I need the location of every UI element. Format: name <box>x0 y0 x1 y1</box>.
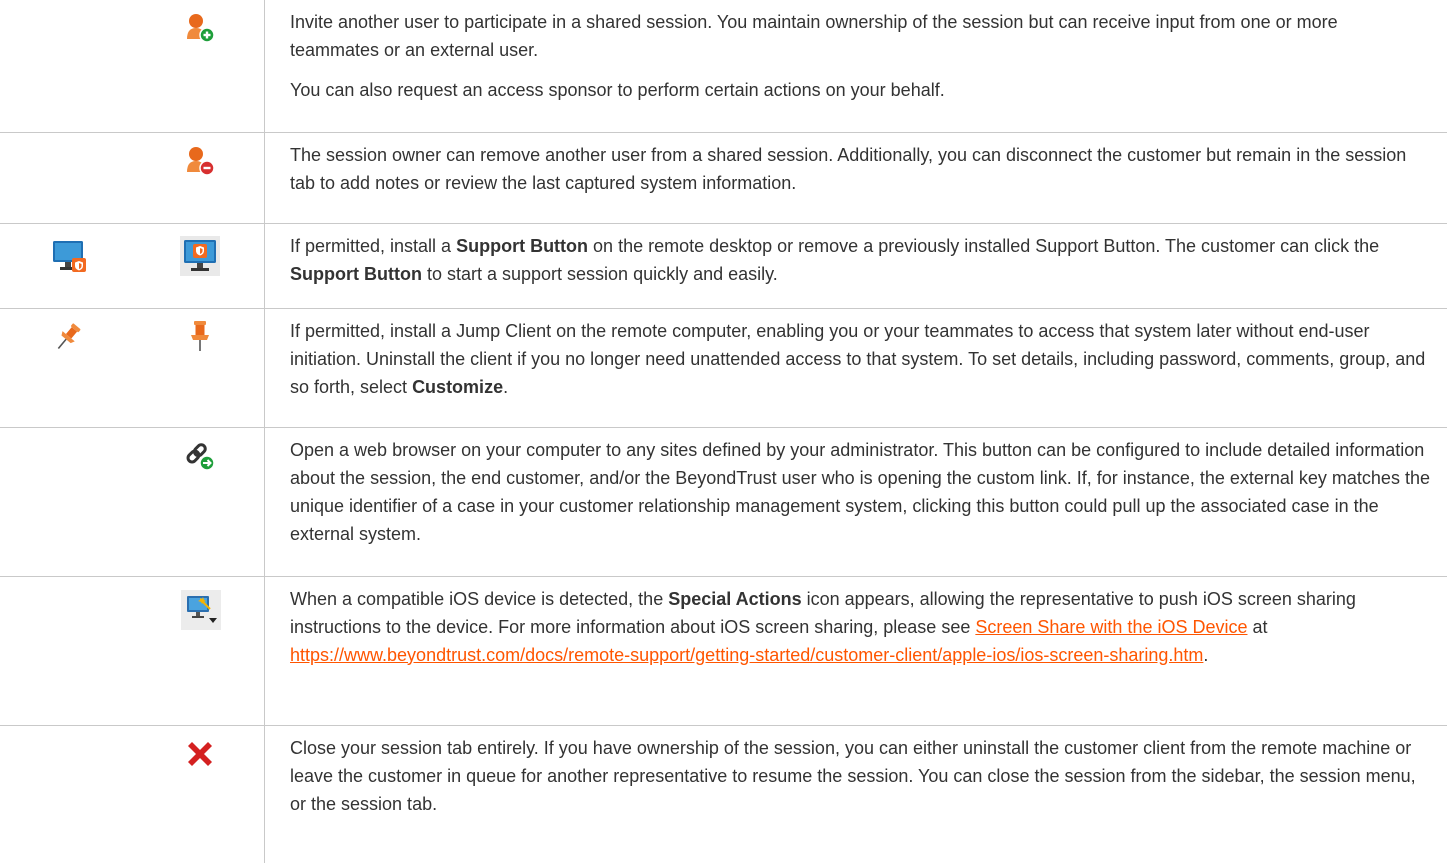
table-row: The session owner can remove another use… <box>0 131 1447 224</box>
icon-cell <box>0 426 265 577</box>
icon-cell <box>0 0 265 133</box>
table-row: Invite another user to participate in a … <box>0 0 1447 133</box>
description-text: Invite another user to participate in a … <box>290 12 1338 60</box>
description-text: When a compatible iOS device is detected… <box>290 588 1356 665</box>
ios-screen-sharing-url-link[interactable]: https://www.beyondtrust.com/docs/remote-… <box>290 645 1203 665</box>
description-cell: The session owner can remove another use… <box>264 131 1447 224</box>
description-cell: Invite another user to participate in a … <box>264 0 1447 133</box>
screen-share-ios-link[interactable]: Screen Share with the iOS Device <box>975 617 1247 637</box>
table-row: Open a web browser on your computer to a… <box>0 426 1447 577</box>
description-cell: If permitted, install a Jump Client on t… <box>264 307 1447 428</box>
description-text: If permitted, install a Jump Client on t… <box>290 320 1426 397</box>
description-cell: Close your session tab entirely. If you … <box>264 724 1447 863</box>
table-row: If permitted, install a Support Button o… <box>0 222 1447 309</box>
remove-user-icon <box>184 145 216 177</box>
description-text: You can also request an access sponsor t… <box>290 80 945 100</box>
description-text: Close your session tab entirely. If you … <box>290 737 1416 814</box>
special-actions-icon <box>181 589 221 630</box>
add-user-icon <box>184 12 216 44</box>
customize-term: Customize <box>412 376 504 397</box>
description-cell: Open a web browser on your computer to a… <box>264 426 1447 577</box>
description-cell: When a compatible iOS device is detected… <box>264 575 1447 726</box>
icon-cell <box>0 307 265 428</box>
description-cell: If permitted, install a Support Button o… <box>264 222 1447 309</box>
description-text: The session owner can remove another use… <box>290 144 1407 193</box>
support-button-term: Support Button <box>290 263 422 284</box>
remove-support-button-icon <box>180 235 220 276</box>
uninstall-jump-client-icon <box>184 319 216 353</box>
table-row: Close your session tab entirely. If you … <box>0 724 1447 863</box>
table-row: If permitted, install a Jump Client on t… <box>0 307 1447 428</box>
icon-cell <box>0 222 265 309</box>
custom-link-icon <box>184 440 216 472</box>
icon-cell <box>0 575 265 726</box>
close-session-icon <box>184 738 216 770</box>
install-jump-client-icon <box>52 321 84 353</box>
icon-cell <box>0 724 265 863</box>
special-actions-term: Special Actions <box>668 588 802 609</box>
description-text: Open a web browser on your computer to a… <box>290 439 1430 544</box>
icon-cell <box>0 131 265 224</box>
install-support-button-icon <box>52 238 90 276</box>
session-tools-table: Invite another user to participate in a … <box>0 0 1447 863</box>
description-text: If permitted, install a Support Button o… <box>290 235 1380 284</box>
support-button-term: Support Button <box>456 235 589 256</box>
table-row: When a compatible iOS device is detected… <box>0 575 1447 726</box>
